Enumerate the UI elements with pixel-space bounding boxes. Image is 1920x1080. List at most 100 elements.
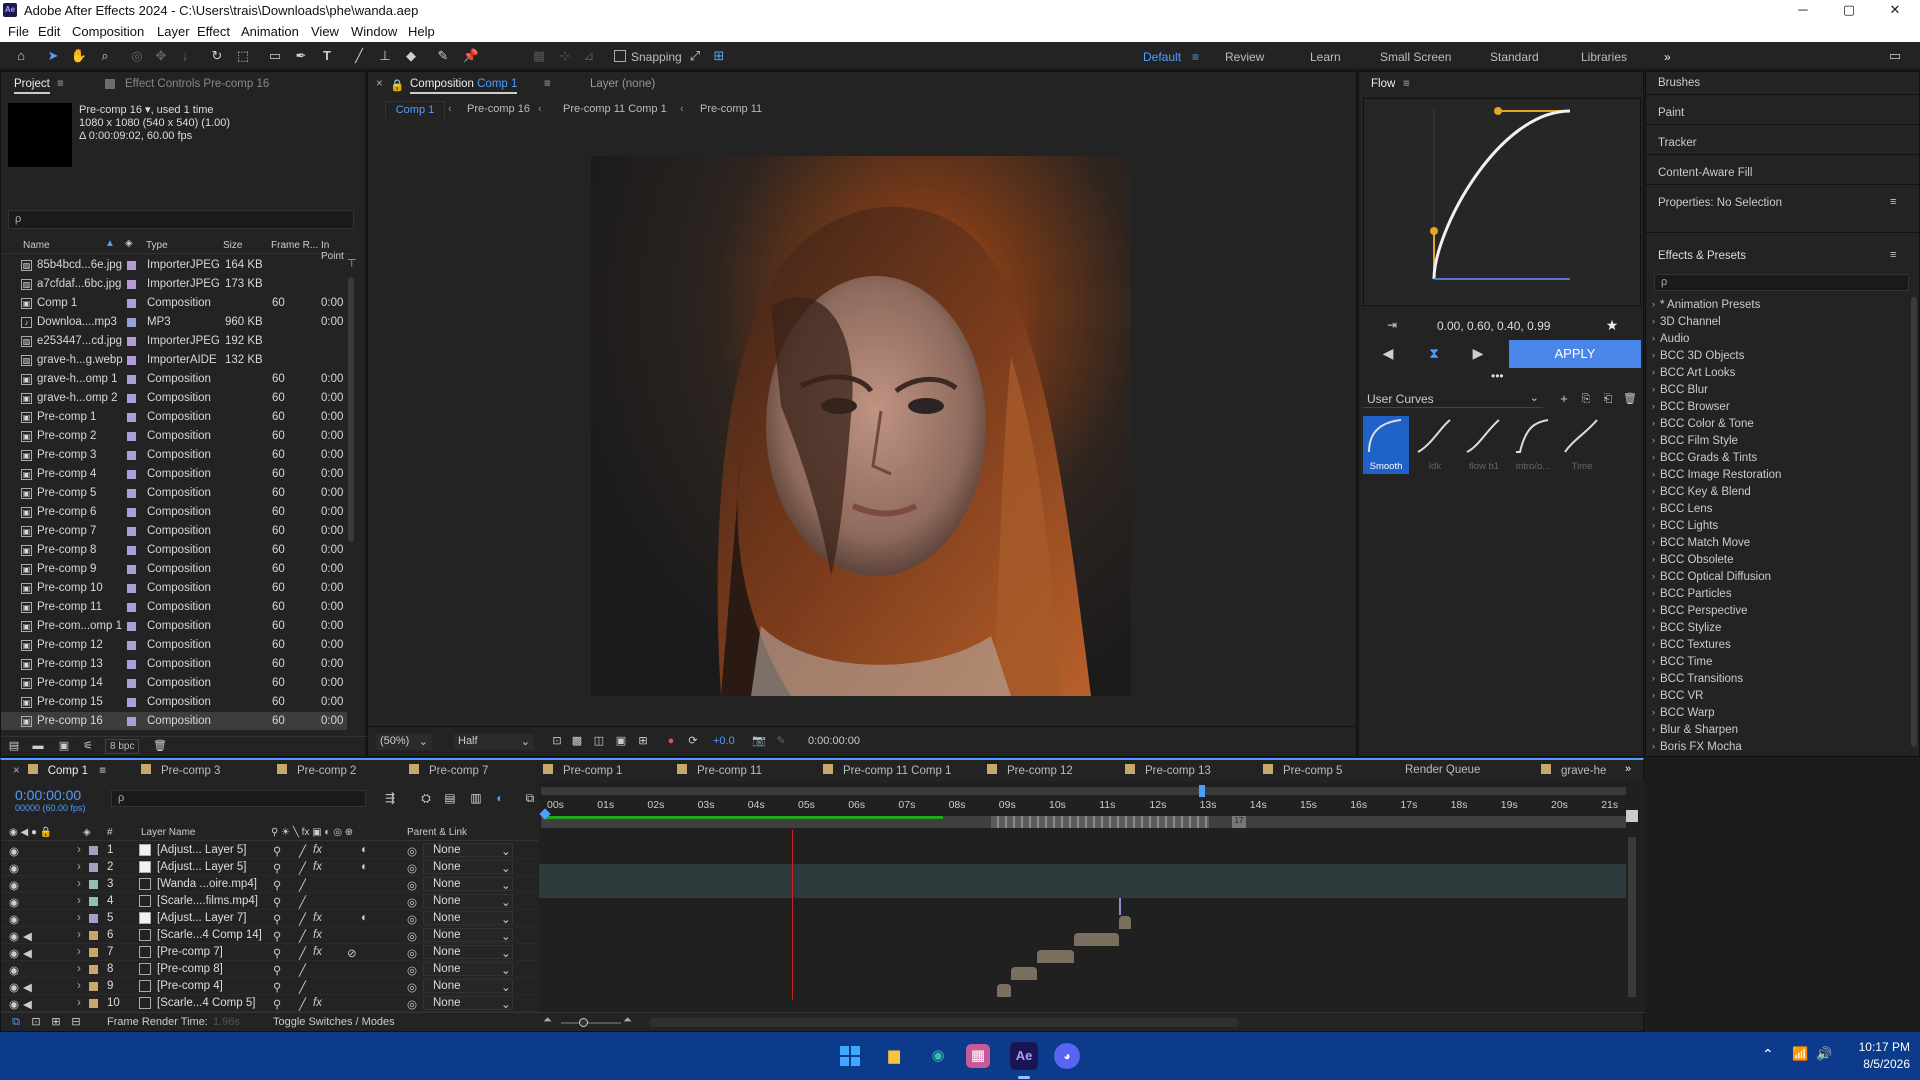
windows-start-icon[interactable] (834, 1040, 866, 1072)
label-swatch[interactable] (127, 356, 136, 365)
curve-preset[interactable]: flow b1 (1461, 416, 1507, 474)
project-item[interactable]: ▨ a7cfdaf...6bc.jpg ImporterJPEG 173 KB (1, 275, 347, 294)
adjustment-switch-icon[interactable]: ◐ (361, 912, 368, 924)
expand-chevron-icon[interactable]: › (77, 929, 81, 941)
quality-switch-icon[interactable]: ╱ (299, 980, 306, 994)
properties-menu-icon[interactable]: ≡ (1890, 196, 1896, 208)
effect-category[interactable]: › BCC Particles (1650, 586, 1905, 603)
effect-category[interactable]: › BCC VR (1650, 688, 1905, 705)
playhead-line[interactable] (792, 830, 793, 1000)
effect-category[interactable]: › BCC Image Restoration (1650, 467, 1905, 484)
volume-icon[interactable]: 🔊 (1816, 1046, 1832, 1062)
label-swatch[interactable] (127, 489, 136, 498)
viewer-timecode[interactable]: 0:00:00:00 (808, 735, 860, 747)
rotate-tool-icon[interactable]: ↻ (208, 47, 226, 65)
comp-flowchart-icon[interactable]: ⇶ (381, 789, 399, 807)
effect-category[interactable]: › BCC Lens (1650, 501, 1905, 518)
snapshot-icon[interactable]: 📷 (750, 732, 768, 750)
apply-button[interactable]: APPLY (1509, 340, 1641, 368)
home-icon[interactable]: ⌂ (12, 47, 30, 65)
effect-category[interactable]: › BCC Time (1650, 654, 1905, 671)
pickwhip-icon[interactable]: ◎ (407, 895, 417, 909)
breadcrumb-pre-comp-16[interactable]: Pre-comp 16 (467, 103, 530, 115)
menu-layer[interactable]: Layer (157, 24, 190, 39)
label-swatch[interactable] (127, 318, 136, 327)
label-swatch[interactable] (127, 470, 136, 479)
effect-category[interactable]: › BCC Browser (1650, 399, 1905, 416)
layer-row[interactable]: ◉ › ⚲ ╱ ◎ ⌄ 4 [Scarle....films.mp4] None (1, 893, 539, 910)
export-library-icon[interactable]: ⎗ (1599, 390, 1617, 408)
layer-label-swatch[interactable] (89, 863, 98, 872)
layer-name[interactable]: [Pre-comp 4] (157, 980, 223, 992)
col-size[interactable]: Size (223, 240, 242, 251)
snapping-checkbox[interactable] (614, 50, 626, 62)
label-swatch[interactable] (127, 451, 136, 460)
work-area-navigator[interactable] (541, 787, 1626, 795)
eye-icon[interactable]: ◉ (9, 895, 19, 909)
label-swatch[interactable] (127, 280, 136, 289)
pan-camera-icon[interactable]: ✥ (152, 47, 170, 65)
workspace-menu-icon[interactable]: ≡ (1192, 50, 1199, 64)
tracker-panel-tab[interactable]: Tracker (1658, 137, 1697, 149)
shy-switch-icon[interactable]: ⚲ (273, 980, 281, 994)
timeline-tab[interactable]: Render Queue (1405, 764, 1480, 776)
motion-blur-switch-icon[interactable]: ⊘ (347, 946, 357, 960)
breadcrumb-comp-1[interactable]: Comp 1 (385, 101, 445, 119)
layer-name[interactable]: [Pre-comp 8] (157, 963, 223, 975)
timeline-tab[interactable]: × Comp 1 ≡ (13, 764, 106, 777)
project-item[interactable]: ▣ Pre-comp 14 Composition 60 0:00 (1, 674, 347, 693)
zoom-tool-icon[interactable]: ⌕ (96, 47, 114, 65)
layer-name[interactable]: [Wanda ...oire.mp4] (157, 878, 257, 890)
layer-row[interactable]: ◉ › ⚲ ╱ ◎ ⌄ 8 [Pre-comp 8] None (1, 961, 539, 978)
layer-bar-7[interactable] (1074, 933, 1119, 946)
quality-switch-icon[interactable]: ╱ (299, 997, 306, 1011)
label-swatch[interactable] (127, 584, 136, 593)
project-item[interactable]: ▣ Pre-comp 16 Composition 60 0:00 (1, 712, 347, 730)
workspace-libraries[interactable]: Libraries (1581, 50, 1627, 64)
add-curve-icon[interactable]: + (1555, 390, 1573, 408)
view-axis-icon[interactable]: ⊿ (580, 47, 598, 65)
eye-icon[interactable]: ◉ (9, 844, 19, 858)
layer-bar-9[interactable] (1011, 967, 1037, 980)
shy-switch-icon[interactable]: ⚲ (273, 861, 281, 875)
expand-stretch-icon[interactable]: ⊟ (67, 1013, 85, 1031)
effect-category[interactable]: › BCC Optical Diffusion (1650, 569, 1905, 586)
timeline-tab[interactable]: Pre-comp 13 (1125, 764, 1211, 777)
composition-viewer-frame[interactable] (591, 156, 1131, 696)
composition-tab[interactable]: Composition Comp 1 (410, 78, 518, 94)
effect-category[interactable]: › Audio (1650, 331, 1905, 348)
col-type[interactable]: Type (146, 240, 168, 251)
effect-category[interactable]: › BCC Grads & Tints (1650, 450, 1905, 467)
eye-icon[interactable]: ◉ (9, 980, 19, 994)
project-menu-icon[interactable]: ≡ (57, 78, 64, 90)
pickwhip-icon[interactable]: ◎ (407, 878, 417, 892)
layer-row[interactable]: ◉ › ⚲ ╱ fx ◐ ◎ ⌄ 5 [Adjust... Layer 7] None (1, 910, 539, 927)
show-snapshot-icon[interactable]: ✎ (772, 732, 790, 750)
properties-panel-tab[interactable]: Properties: No Selection (1658, 197, 1782, 209)
workspace-small-screen[interactable]: Small Screen (1380, 50, 1451, 64)
effect-category[interactable]: › BCC Key & Blend (1650, 484, 1905, 501)
project-scrollbar[interactable] (348, 277, 354, 542)
clone-stamp-icon[interactable]: ⊥ (376, 47, 394, 65)
eye-icon[interactable]: ◉ (9, 997, 19, 1011)
workspace-standard[interactable]: Standard (1490, 50, 1539, 64)
wifi-icon[interactable]: 📶 (1792, 1046, 1808, 1062)
col-name[interactable]: Name (23, 240, 50, 251)
layer-label-swatch[interactable] (89, 982, 98, 991)
shy-switch-icon[interactable]: ⚲ (273, 929, 281, 943)
discord-icon[interactable]: ◕ (1054, 1043, 1080, 1069)
parent-link-header[interactable]: Parent & Link (407, 827, 467, 838)
flow-tab[interactable]: Flow (1371, 78, 1395, 90)
effect-category[interactable]: › BCC Film Style (1650, 433, 1905, 450)
new-composition-icon[interactable]: ▣ (55, 737, 73, 755)
shy-switch-icon[interactable]: ⚲ (273, 912, 281, 926)
effect-category[interactable]: › BCC Art Looks (1650, 365, 1905, 382)
layer-search-input[interactable]: ρ (111, 790, 366, 807)
quality-switch-icon[interactable]: ╱ (299, 878, 306, 892)
workspace-review[interactable]: Review (1225, 50, 1264, 64)
project-item[interactable]: ▣ Pre-comp 11 Composition 60 0:00 (1, 598, 347, 617)
favorite-star-icon[interactable]: ★ (1603, 316, 1621, 334)
pickwhip-icon[interactable]: ◎ (407, 946, 417, 960)
mask-visibility-icon[interactable]: ◫ (590, 732, 608, 750)
layer-label-swatch[interactable] (89, 914, 98, 923)
